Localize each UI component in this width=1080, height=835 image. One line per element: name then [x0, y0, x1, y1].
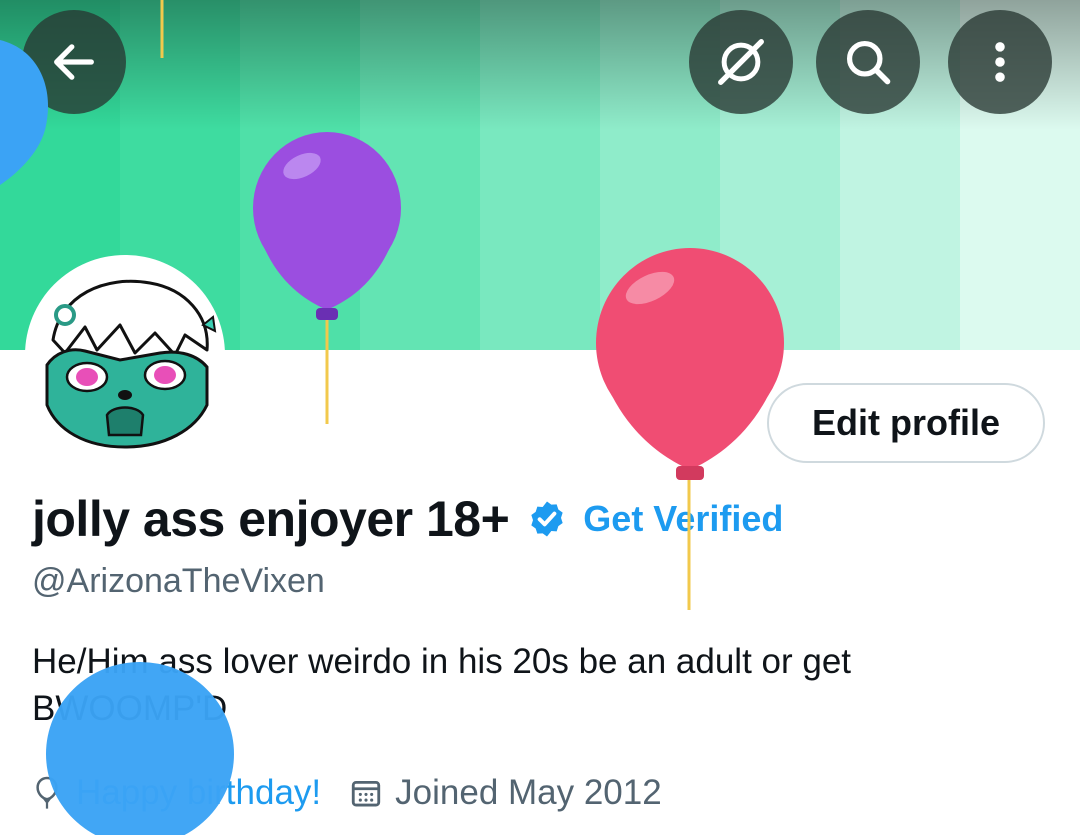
search-icon [846, 40, 891, 85]
banner-stripe [240, 0, 360, 350]
calendar-icon [351, 780, 381, 807]
banner-stripe [360, 0, 480, 350]
edit-profile-button[interactable]: Edit profile [767, 383, 1045, 463]
balloon-icon [36, 776, 58, 809]
banner-stripe [480, 0, 600, 350]
avatar-image [37, 267, 217, 449]
get-verified-link[interactable]: Get Verified [583, 498, 783, 540]
display-name: jolly ass enjoyer 18+ [32, 491, 510, 547]
profile-bio: He/Him ass lover weirdo in his 20s be an… [32, 642, 852, 728]
name-row: jolly ass enjoyer 18+ Get Verified [32, 488, 783, 550]
arrow-left-icon [54, 44, 94, 80]
profile-avatar[interactable] [25, 255, 225, 455]
grok-icon [718, 39, 764, 85]
more-vertical-icon [995, 42, 1005, 82]
more-button[interactable] [948, 10, 1052, 114]
user-handle: @ArizonaTheVixen [32, 562, 325, 600]
joined-date: Joined May 2012 [395, 773, 662, 812]
profile-meta-row: Happy birthday! Joined May 2012 [32, 768, 662, 818]
birthday-link[interactable]: Happy birthday! [76, 773, 321, 813]
grok-button[interactable] [689, 10, 793, 114]
verified-badge-icon[interactable] [527, 499, 567, 539]
search-button[interactable] [816, 10, 920, 114]
back-button[interactable] [22, 10, 126, 114]
